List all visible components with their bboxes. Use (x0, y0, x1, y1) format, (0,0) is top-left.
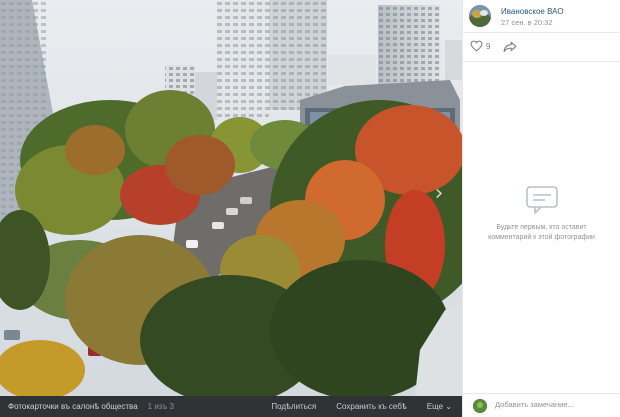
comments-panel: Ивановское ВАО 27 сен. в 20:32 9 Будьте … (462, 0, 620, 417)
like-count: 9 (486, 41, 491, 51)
comment-input[interactable]: Добавить замечание... (495, 400, 574, 409)
photo-bottom-bar: Фотокарточки въ салонѣ общества 1 изъ 3 … (0, 396, 462, 417)
photo-counter: 1 изъ 3 (147, 402, 174, 411)
photo-viewer[interactable]: › (0, 0, 462, 396)
heart-icon (470, 40, 483, 52)
share-arrow-icon (503, 41, 517, 53)
more-label: Еще (426, 402, 444, 411)
chevron-down-icon: ⌄ (445, 402, 452, 411)
next-photo-arrow-icon[interactable]: › (430, 180, 448, 208)
author-name[interactable]: Ивановское ВАО (501, 7, 564, 16)
save-button[interactable]: Сохранить къ себѣ (336, 402, 407, 411)
more-button[interactable]: Еще ⌄ (427, 402, 452, 411)
post-date[interactable]: 27 сен. в 20:32 (501, 18, 553, 27)
comment-composer: Добавить замечание... (463, 393, 620, 417)
user-avatar (473, 399, 487, 413)
autumn-city-photo (0, 0, 462, 396)
like-button[interactable]: 9 (470, 40, 490, 52)
stats-bar: 9 (463, 32, 620, 62)
empty-text-line1: Будьте первым, кто оставит (496, 224, 587, 231)
album-title[interactable]: Фотокарточки въ салонѣ общества (8, 402, 138, 411)
empty-text-line2: комментарий к этой фотографии (488, 234, 595, 241)
no-comments-placeholder: Будьте первым, кто оставит комментарий к… (463, 185, 620, 243)
share-button[interactable]: Подѣлиться (271, 402, 316, 411)
photo-actions: Подѣлиться Сохранить къ себѣ Еще ⌄ (271, 402, 462, 411)
author-avatar[interactable] (469, 5, 491, 27)
share-icon-button[interactable] (503, 40, 517, 58)
comment-bubble-icon (525, 186, 558, 214)
